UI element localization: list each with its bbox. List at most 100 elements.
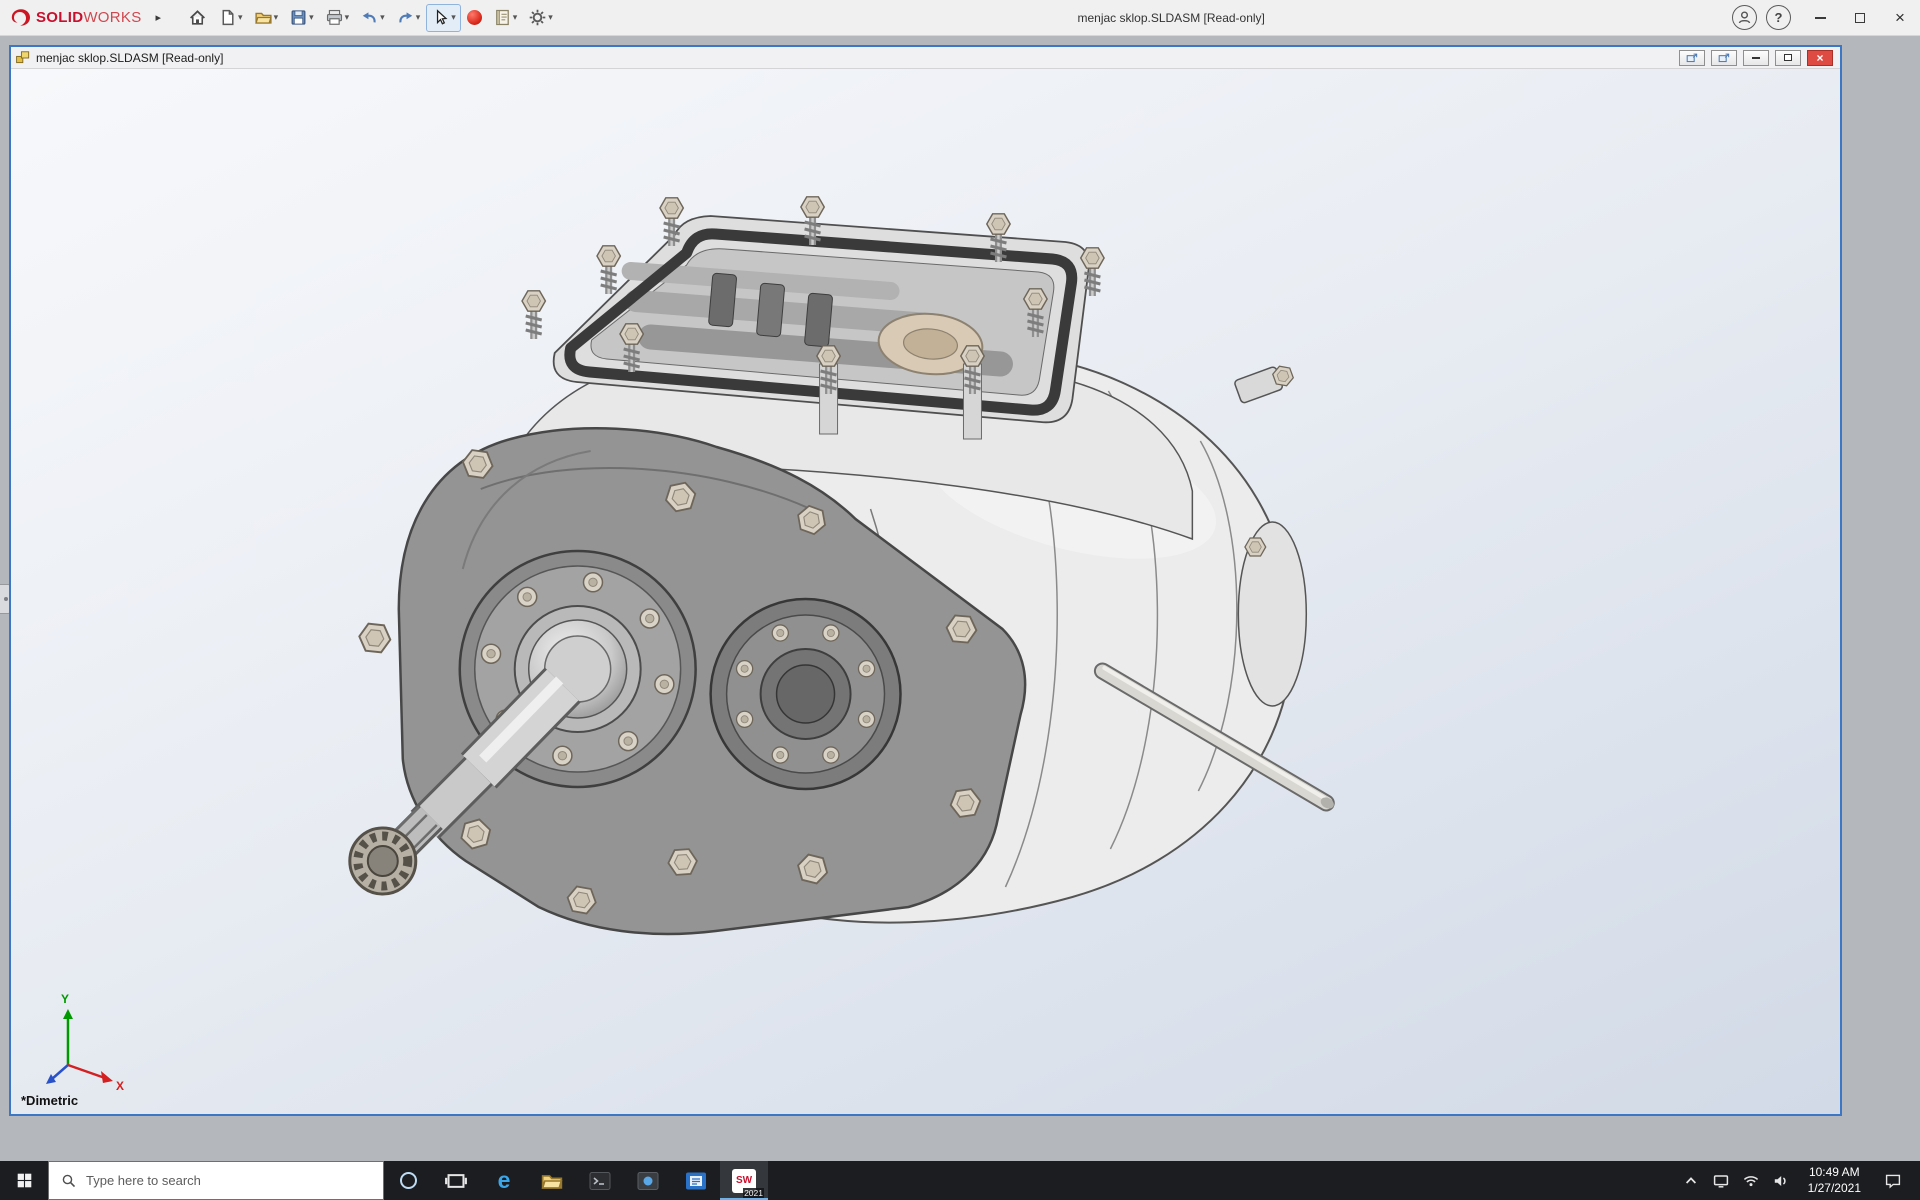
select-button[interactable]: ▾: [426, 4, 461, 32]
tray-display-button[interactable]: [1706, 1161, 1736, 1200]
brand-solid: SOLID: [36, 9, 83, 26]
pinned-app-3-button[interactable]: [672, 1161, 720, 1200]
taskbar-search[interactable]: [48, 1161, 384, 1200]
document-titlebar[interactable]: menjac sklop.SLDASM [Read-only] ×: [11, 47, 1840, 69]
chevron-down-icon[interactable]: ▾: [238, 12, 243, 23]
select-cursor-icon: [431, 8, 450, 27]
print-button[interactable]: ▾: [320, 4, 355, 32]
cortana-icon: [400, 1172, 417, 1189]
tray-chevron-button[interactable]: [1676, 1161, 1706, 1200]
doc-aux-button-2[interactable]: [1711, 50, 1737, 66]
tray-network-button[interactable]: [1736, 1161, 1766, 1200]
save-button[interactable]: ▾: [284, 4, 319, 32]
solidworks-logo: SOLIDWORKS: [0, 7, 148, 29]
new-document-button[interactable]: ▾: [213, 4, 248, 32]
monitor-icon: [1712, 1172, 1730, 1190]
volume-icon: [1772, 1172, 1790, 1190]
save-icon: [289, 8, 308, 27]
print-icon: [325, 8, 344, 27]
tray-volume-button[interactable]: [1766, 1161, 1796, 1200]
solidworks-version-badge: 2021: [743, 1188, 764, 1198]
doc-restore-button[interactable]: [1775, 50, 1801, 66]
edge-button[interactable]: e: [480, 1161, 528, 1200]
doc-minimize-button[interactable]: [1743, 50, 1769, 66]
chevron-down-icon[interactable]: ▾: [345, 12, 350, 23]
assembly-document-icon: [15, 50, 31, 66]
3dexperience-button[interactable]: [462, 4, 487, 32]
gearbox-model[interactable]: Y X: [11, 69, 1840, 1114]
orientation-triad[interactable]: Y X: [46, 992, 124, 1093]
menu-expand-arrow[interactable]: ▸: [148, 11, 170, 24]
pinned-app-1-icon: [588, 1169, 612, 1193]
redo-button[interactable]: ▾: [391, 4, 426, 32]
user-icon: [1736, 9, 1753, 26]
restore-icon: [1784, 54, 1792, 61]
task-view-icon: [444, 1169, 468, 1193]
output-flange[interactable]: [711, 599, 901, 789]
close-icon: ×: [1895, 9, 1905, 26]
start-button[interactable]: [0, 1161, 48, 1200]
open-folder-icon: [254, 8, 273, 27]
windows-taskbar: e SW 2021 10:49 AM 1/27/2021: [0, 1161, 1920, 1200]
pinned-app-2-icon: [636, 1169, 660, 1193]
edge-icon: e: [498, 1169, 511, 1192]
view-orientation-label: *Dimetric: [21, 1093, 78, 1108]
graphics-viewport[interactable]: Y X *Dimetric: [11, 69, 1840, 1114]
brand-works: WORKS: [83, 9, 141, 26]
home-button[interactable]: [183, 4, 212, 32]
user-account-button[interactable]: [1732, 5, 1757, 30]
undo-icon: [360, 8, 379, 27]
wifi-icon: [1742, 1172, 1760, 1190]
workspace: menjac sklop.SLDASM [Read-only] ×: [0, 36, 1920, 1161]
document-title: menjac sklop.SLDASM [Read-only]: [36, 51, 223, 65]
system-tray: 10:49 AM 1/27/2021: [1676, 1161, 1920, 1200]
minimize-icon: [1815, 17, 1826, 19]
pinned-app-3-icon: [684, 1169, 708, 1193]
triad-y-label: Y: [61, 992, 69, 1006]
windows-logo-icon: [16, 1172, 33, 1189]
chevron-down-icon[interactable]: ▾: [513, 12, 518, 23]
minimize-button[interactable]: [1800, 0, 1840, 36]
close-button[interactable]: ×: [1880, 0, 1920, 36]
app-titlebar: SOLIDWORKS ▸ ▾ ▾ ▾ ▾ ▾ ▾ ▾ ▾ ▾ menjac sk…: [0, 0, 1920, 36]
chevron-down-icon[interactable]: ▾: [548, 12, 553, 23]
gear-icon: [528, 8, 547, 27]
file-explorer-button[interactable]: [528, 1161, 576, 1200]
chevron-down-icon[interactable]: ▾: [380, 12, 385, 23]
red-sphere-icon: [467, 10, 482, 25]
action-center-icon: [1884, 1172, 1902, 1190]
doc-aux-button-1[interactable]: [1679, 50, 1705, 66]
task-view-button[interactable]: [432, 1161, 480, 1200]
action-center-button[interactable]: [1873, 1161, 1913, 1200]
document-properties-button[interactable]: ▾: [488, 4, 523, 32]
help-button[interactable]: ?: [1766, 5, 1791, 30]
taskbar-clock[interactable]: 10:49 AM 1/27/2021: [1796, 1165, 1873, 1196]
clock-time: 10:49 AM: [1808, 1165, 1861, 1181]
new-document-icon: [218, 8, 237, 27]
home-icon: [188, 8, 207, 27]
window-arrow-icon: [1685, 51, 1699, 65]
chevron-down-icon[interactable]: ▾: [309, 12, 314, 23]
maximize-icon: [1855, 13, 1865, 23]
clock-date: 1/27/2021: [1808, 1181, 1861, 1197]
chevron-down-icon[interactable]: ▾: [274, 12, 279, 23]
window-arrow-icon: [1717, 51, 1731, 65]
doc-close-button[interactable]: ×: [1807, 50, 1833, 66]
chevron-up-icon: [1682, 1172, 1700, 1190]
maximize-button[interactable]: [1840, 0, 1880, 36]
cortana-button[interactable]: [384, 1161, 432, 1200]
search-input[interactable]: [86, 1173, 383, 1188]
pinned-app-1-button[interactable]: [576, 1161, 624, 1200]
open-button[interactable]: ▾: [249, 4, 284, 32]
triad-x-label: X: [116, 1079, 124, 1093]
solidworks-taskbar-button[interactable]: SW 2021: [720, 1161, 768, 1200]
document-window: menjac sklop.SLDASM [Read-only] ×: [9, 45, 1842, 1116]
pinned-app-2-button[interactable]: [624, 1161, 672, 1200]
minimize-icon: [1752, 57, 1760, 59]
help-icon: ?: [1775, 10, 1783, 25]
chevron-down-icon[interactable]: ▾: [451, 12, 456, 23]
binder-icon: [493, 8, 512, 27]
options-button[interactable]: ▾: [523, 4, 558, 32]
chevron-down-icon[interactable]: ▾: [416, 12, 421, 23]
undo-button[interactable]: ▾: [355, 4, 390, 32]
